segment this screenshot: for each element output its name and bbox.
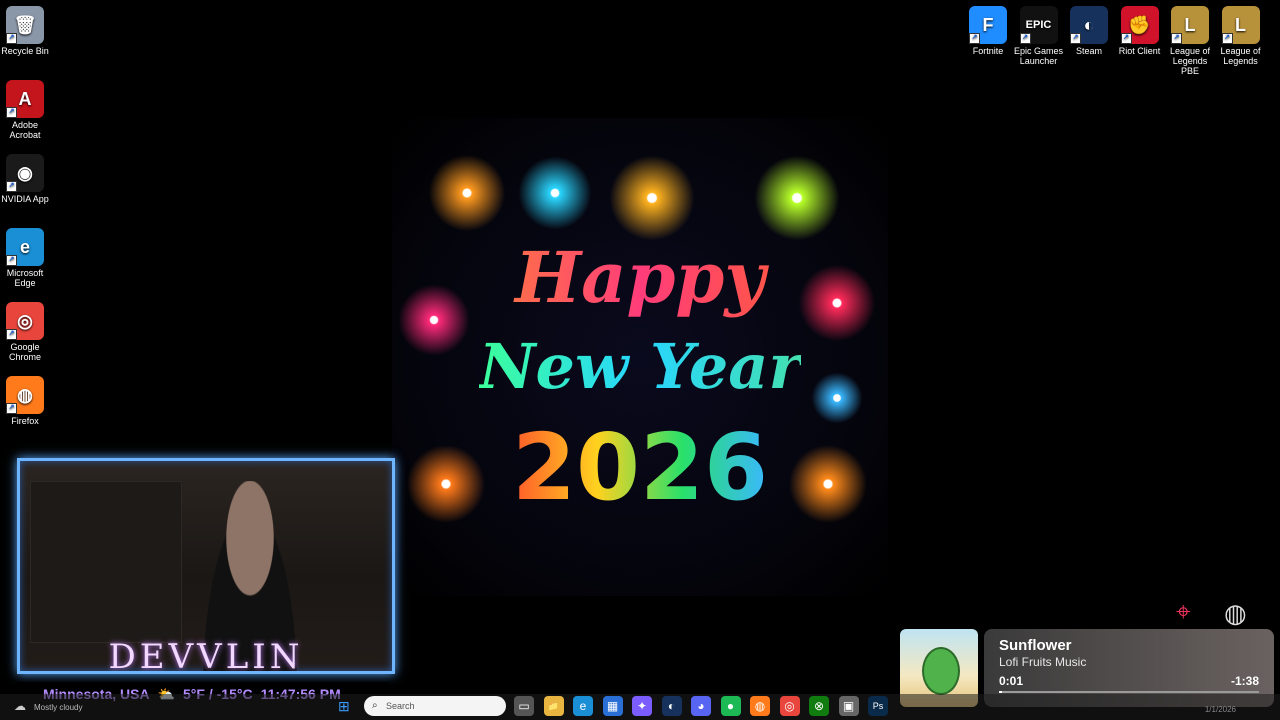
shortcut-arrow-icon: ↗ <box>969 33 980 44</box>
desktop-icon-label: Google Chrome <box>8 342 41 362</box>
track-artist: Lofi Fruits Music <box>999 655 1087 669</box>
epic-games-icon: EPIC ↗ <box>1019 6 1058 44</box>
shortcut-arrow-icon: ↗ <box>1070 33 1081 44</box>
firefox-taskbar-icon[interactable]: ◍ <box>750 696 770 716</box>
new-year-text: New Year <box>478 330 802 403</box>
desktop-icon-edge[interactable]: e ↗ Microsoft Edge <box>0 228 51 288</box>
start-icon[interactable]: ⊞ <box>338 698 350 715</box>
chrome-icon: ◎ ↗ <box>6 302 44 340</box>
wallpaper-image: Happy New Year 2026 <box>392 118 888 596</box>
desktop-icon-firefox[interactable]: ◍ ↗ Firefox <box>0 376 51 426</box>
desktop-icon-league[interactable]: L ↗ League of Legends <box>1215 6 1267 66</box>
firework-orange <box>422 148 512 238</box>
firefox-icon: ◍ ↗ <box>6 376 44 414</box>
desktop-icon-label: Adobe Acrobat <box>9 120 41 140</box>
firework-cyan <box>512 150 598 236</box>
discord-icon[interactable]: ◕ <box>691 696 711 716</box>
desktop-icon-label: Firefox <box>11 416 39 426</box>
desktop-icon-label: Epic Games Launcher <box>1013 46 1064 66</box>
desktop-icon-label: Recycle Bin <box>1 46 49 56</box>
desktop-icon-label: League of Legends PBE <box>1169 46 1211 76</box>
nvidia-app-icon: ◉ ↗ <box>6 154 44 192</box>
file-explorer-icon[interactable]: 📁 <box>543 696 564 716</box>
desktop-icon-label: NVIDIA App <box>1 194 49 204</box>
spotify-icon[interactable]: ● <box>720 696 741 716</box>
search-icon: ⌕ <box>372 700 378 711</box>
firework-gold <box>602 148 702 248</box>
league-pbe-icon: L ↗ <box>1171 6 1209 44</box>
shortcut-arrow-icon: ↗ <box>1221 33 1233 44</box>
desktop-icon-league-pbe[interactable]: L ↗ League of Legends PBE <box>1164 6 1216 76</box>
shortcut-arrow-icon: ↗ <box>6 181 17 192</box>
app-icon[interactable]: ▣ <box>838 696 859 716</box>
weather-icon[interactable]: ☁ <box>14 699 26 713</box>
desktop-icon-label: Microsoft Edge <box>6 268 44 288</box>
desktop-icon-epic-games[interactable]: EPIC ↗ Epic Games Launcher <box>1013 6 1065 66</box>
search-input[interactable]: ⌕ Search <box>364 696 506 716</box>
photoshop-icon[interactable]: Ps <box>868 696 888 716</box>
shortcut-arrow-icon: ↗ <box>6 403 17 414</box>
recycle-bin-icon: 🗑 ↗ <box>6 6 44 44</box>
chrome-taskbar-icon[interactable]: ◎ <box>779 696 800 716</box>
task-view-icon[interactable]: ▭ <box>514 696 534 716</box>
edge-icon: e ↗ <box>6 228 44 266</box>
desktop-icon-adobe-acrobat[interactable]: A ↗ Adobe Acrobat <box>0 80 51 140</box>
progress-fill <box>999 691 1002 693</box>
shortcut-arrow-icon: ↗ <box>1120 33 1132 44</box>
search-placeholder: Search <box>386 701 415 711</box>
shortcut-arrow-icon: ↗ <box>6 107 17 118</box>
store-icon[interactable]: ▦ <box>602 696 623 716</box>
streamer-name: DEVVLIN <box>108 637 304 674</box>
riot-client-icon: ✊ ↗ <box>1120 6 1159 44</box>
desktop-icon-label: Fortnite <box>972 46 1004 56</box>
shortcut-arrow-icon: ↗ <box>6 329 17 340</box>
elapsed-time: 0:01 <box>999 674 1024 688</box>
desktop-icon-label: Riot Client <box>1118 46 1161 56</box>
league-icon: L ↗ <box>1221 6 1260 44</box>
shortcut-arrow-icon: ↗ <box>6 33 17 44</box>
year-text: 2026 <box>511 414 769 521</box>
album-art-fruit <box>922 647 960 695</box>
desktop-icon-nvidia-app[interactable]: ◉ ↗ NVIDIA App <box>0 154 51 204</box>
webcam-overlay: DEVVLIN <box>17 458 395 674</box>
map-pin-icon[interactable]: ⌖ <box>1176 596 1191 628</box>
happy-text: Happy <box>392 236 888 319</box>
progress-bar[interactable] <box>999 691 1259 693</box>
track-title: Sunflower <box>999 637 1072 654</box>
firework-green <box>747 148 847 248</box>
shortcut-arrow-icon: ↗ <box>6 255 17 266</box>
desktop-icon-chrome[interactable]: ◎ ↗ Google Chrome <box>0 302 51 362</box>
shortcut-arrow-icon: ↗ <box>1171 33 1182 44</box>
edge-taskbar-icon[interactable]: e <box>573 696 593 716</box>
steam-taskbar-icon[interactable]: ◐ <box>661 696 682 716</box>
webcam-background <box>30 481 182 643</box>
desktop-icon-fortnite[interactable]: F ↗ Fortnite <box>962 6 1014 56</box>
steam-icon: ◐ ↗ <box>1070 6 1108 44</box>
xbox-icon[interactable]: ⊗ <box>809 696 829 716</box>
remaining-time: -1:38 <box>1230 674 1259 688</box>
desktop-icon-label: Steam <box>1075 46 1102 56</box>
desktop-icon-recycle-bin[interactable]: 🗑 ↗ Recycle Bin <box>0 6 51 56</box>
obs-icon[interactable]: ◍ <box>1224 598 1247 629</box>
taskbar: ☁ Mostly cloudy ⊞ ⌕ Search ▭ 📁 e ▦ ✦ ◐ ◕ ● ◍ ◎ ⊗ ▣ P… <box>0 694 1280 720</box>
desktop-icon-steam[interactable]: ◐ ↗ Steam <box>1063 6 1115 56</box>
weather-text[interactable]: Mostly cloudy <box>34 703 82 712</box>
desktop-icon-riot-client[interactable]: ✊ ↗ Riot Client <box>1114 6 1166 56</box>
adobe-acrobat-icon: A ↗ <box>6 80 44 118</box>
shortcut-arrow-icon: ↗ <box>1019 33 1031 44</box>
desktop-icon-label: League of Legends <box>1220 46 1261 66</box>
copilot-icon[interactable]: ✦ <box>632 696 652 716</box>
date-text[interactable]: 1/1/2026 <box>1205 705 1236 714</box>
fortnite-icon: F ↗ <box>969 6 1007 44</box>
